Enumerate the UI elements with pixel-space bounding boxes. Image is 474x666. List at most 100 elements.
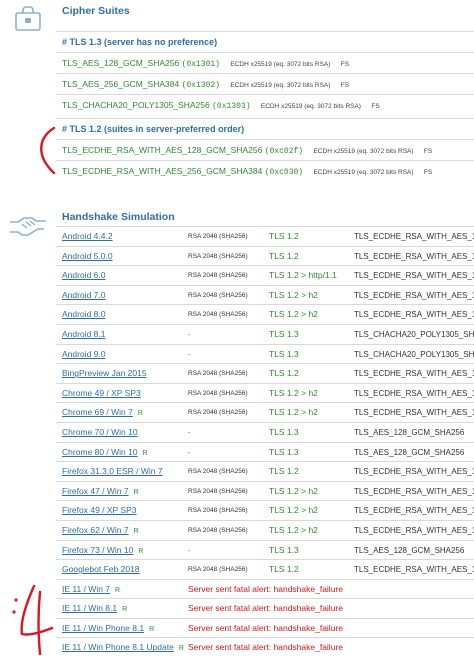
- server-key: -: [188, 330, 191, 338]
- negotiated-cipher: TLS_ECDHE_RSA_WITH_AES_1: [354, 232, 474, 241]
- negotiated-cipher: TLS_ECDHE_RSA_WITH_AES_1: [354, 251, 474, 261]
- client-link[interactable]: IE 11 / Win Phone 8.1 R: [62, 619, 154, 639]
- negotiated-cipher: TLS_ECDHE_RSA_WITH_AES_1: [354, 290, 474, 300]
- client-name: Chrome 80 / Win 10: [62, 446, 138, 457]
- failure-message: Server sent fatal alert: handshake_failu…: [188, 622, 343, 633]
- handshake-row: BingPreview Jan 2015 RSA 2048 (SHA256) TLS…: [56, 363, 474, 383]
- client-link[interactable]: IE 11 / Win 8.1 R: [62, 599, 127, 619]
- client-name: IE 11 / Win 8.1: [62, 603, 118, 614]
- handshake-row: Googlebot Feb 2018 RSA 2048 (SHA256) TLS 1…: [56, 559, 474, 579]
- negotiated-cipher: TLS_ECDHE_RSA_WITH_AES_1: [354, 467, 474, 477]
- handshake-section-icon: [0, 213, 56, 239]
- key-exchange: ECDH x25519 (eq. 3072 bits RSA): [313, 148, 414, 155]
- server-key: RSA 2048 (SHA256): [188, 389, 248, 397]
- client-link[interactable]: Firefox 73 / Win 10 R: [62, 541, 143, 561]
- handshake-row: Firefox 49 / XP SP3 RSA 2048 (SHA256) TLS …: [56, 500, 474, 520]
- handshake-icon: [10, 217, 46, 236]
- client-name: Firefox 47 / Win 7: [62, 485, 129, 496]
- handshake-row: Android 6.0 RSA 2048 (SHA256) TLS 1.2 > ht…: [56, 265, 474, 285]
- client-link[interactable]: Firefox 47 / Win 7 R: [62, 482, 139, 502]
- client-link[interactable]: IE 11 / Win Phone 8.1 Update R: [62, 638, 184, 658]
- handshake-row: Firefox 31.3.0 ESR / Win 7 RSA 2048 (SHA2…: [56, 461, 474, 481]
- protocol: TLS 1.2 > h2: [269, 485, 318, 496]
- protocol: TLS 1.2: [269, 368, 299, 379]
- handshake-row: IE 11 / Win Phone 8.1 R Server sent fatal …: [56, 617, 474, 639]
- server-key: RSA 2048 (SHA256): [188, 487, 248, 495]
- negotiated-cipher: TLS_ECDHE_RSA_WITH_AES_1: [354, 486, 474, 496]
- server-key: RSA 2048 (SHA256): [188, 370, 248, 378]
- client-name: Android 7.0: [62, 289, 106, 300]
- server-key: RSA 2048 (SHA256): [188, 272, 248, 280]
- protocol: TLS 1.2: [269, 231, 299, 241]
- client-name: IE 11 / Win Phone 8.1: [62, 622, 145, 633]
- server-key: RSA 2048 (SHA256): [188, 507, 248, 515]
- handshake-row: Android 7.0 RSA 2048 (SHA256) TLS 1.2 > h2…: [56, 284, 474, 305]
- client-link[interactable]: Android 5.0.0: [62, 247, 113, 266]
- client-link[interactable]: Firefox 31.3.0 ESR / Win 7: [62, 462, 163, 481]
- negotiated-cipher: TLS_ECDHE_RSA_WITH_AES_1: [354, 408, 474, 418]
- client-link[interactable]: Android 9.0: [62, 345, 105, 364]
- key-exchange: ECDH x25519 (eq. 3072 bits RSA): [230, 61, 331, 68]
- server-key: -: [188, 448, 191, 456]
- fs-flag: FS: [340, 61, 350, 68]
- client-name: Chrome 69 / Win 7: [62, 407, 133, 418]
- server-key: -: [188, 428, 191, 436]
- protocol: TLS 1.2: [269, 466, 299, 477]
- protocol: TLS 1.3: [269, 328, 299, 339]
- handshake-row: Chrome 69 / Win 7 R RSA 2048 (SHA256) TLS 1…: [56, 402, 474, 422]
- handshake-row: Android 5.0.0 RSA 2048 (SHA256) TLS 1.2 TLS…: [56, 245, 474, 266]
- client-name: Chrome 49 / XP SP3: [62, 387, 141, 398]
- suite-code: (0xc030): [264, 168, 304, 177]
- cipher-row: TLS_ECDHE_RSA_WITH_AES_256_GCM_SHA384 (0…: [56, 160, 474, 181]
- client-link[interactable]: Chrome 49 / XP SP3: [62, 384, 141, 403]
- reference-badge: R: [122, 606, 128, 614]
- tls13-group: # TLS 1.3 (server has no preference) TLS…: [56, 31, 474, 115]
- client-link[interactable]: Android 7.0: [62, 286, 105, 305]
- server-key: RSA 2048 (SHA256): [188, 468, 248, 476]
- client-link[interactable]: Android 4.4.2: [62, 227, 113, 246]
- client-link[interactable]: IE 11 / Win 7 R: [62, 580, 120, 600]
- cipher-suites-icon: [0, 6, 56, 32]
- handshake-row: Android 9.0 - TLS 1.3 TLS_CHACHA20_POLY1305…: [56, 343, 474, 364]
- protocol: TLS 1.2 > http/1.1: [269, 270, 337, 281]
- reference-badge: R: [133, 527, 139, 535]
- suite-name: TLS_AES_256_GCM_SHA384: [62, 79, 180, 89]
- server-key: -: [188, 546, 191, 554]
- suite-code: (0xc02f): [264, 147, 304, 156]
- negotiated-cipher: TLS_ECDHE_RSA_WITH_AES_1: [354, 506, 474, 516]
- client-link[interactable]: Android 8.1: [62, 325, 105, 344]
- client-name: Firefox 62 / Win 7: [62, 524, 129, 535]
- client-name: Firefox 73 / Win 10: [62, 544, 134, 555]
- protocol: TLS 1.3: [269, 446, 299, 457]
- client-link[interactable]: Android 6.0: [62, 266, 105, 285]
- client-link[interactable]: Googlebot Feb 2018: [62, 560, 140, 579]
- protocol: TLS 1.2 > h2: [269, 309, 318, 320]
- reference-badge: R: [115, 586, 121, 594]
- tls13-header: # TLS 1.3 (server has no preference): [56, 31, 474, 52]
- client-link[interactable]: Chrome 80 / Win 10 R: [62, 443, 148, 463]
- server-key: -: [188, 350, 191, 358]
- protocol: TLS 1.2 > h2: [269, 387, 318, 398]
- client-name: IE 11 / Win 7: [62, 583, 111, 594]
- red-bracket-annotation: [40, 126, 56, 175]
- client-link[interactable]: Android 8.0: [62, 305, 105, 324]
- client-link[interactable]: Chrome 70 / Win 10: [62, 423, 138, 442]
- protocol: TLS 1.3: [269, 348, 299, 359]
- reference-badge: R: [137, 410, 143, 418]
- client-link[interactable]: BingPreview Jan 2015: [62, 364, 147, 383]
- negotiated-cipher: TLS_ECDHE_RSA_WITH_AES_1: [354, 388, 474, 398]
- negotiated-cipher: TLS_ECDHE_RSA_WITH_AES_1: [354, 525, 474, 535]
- client-link[interactable]: Firefox 49 / XP SP3: [62, 501, 137, 520]
- handshake-row: Android 4.4.2 RSA 2048 (SHA256) TLS 1.2 TLS…: [56, 226, 474, 246]
- negotiated-cipher: TLS_ECDHE_RSA_WITH_AES_1: [354, 565, 474, 575]
- negotiated-cipher: TLS_CHACHA20_POLY1305_SHA: [354, 329, 474, 339]
- handshake-table: Android 4.4.2 RSA 2048 (SHA256) TLS 1.2 TLS…: [56, 226, 474, 657]
- client-link[interactable]: Firefox 62 / Win 7 R: [62, 521, 139, 541]
- protocol: TLS 1.3: [269, 544, 299, 555]
- server-key: RSA 2048 (SHA256): [188, 233, 248, 240]
- client-name: Chrome 70 / Win 10: [62, 426, 138, 437]
- fs-flag: FS: [423, 148, 433, 155]
- client-name: Android 4.4.2: [62, 231, 113, 241]
- client-link[interactable]: Chrome 69 / Win 7 R: [62, 403, 143, 423]
- protocol: TLS 1.2 > h2: [269, 407, 318, 418]
